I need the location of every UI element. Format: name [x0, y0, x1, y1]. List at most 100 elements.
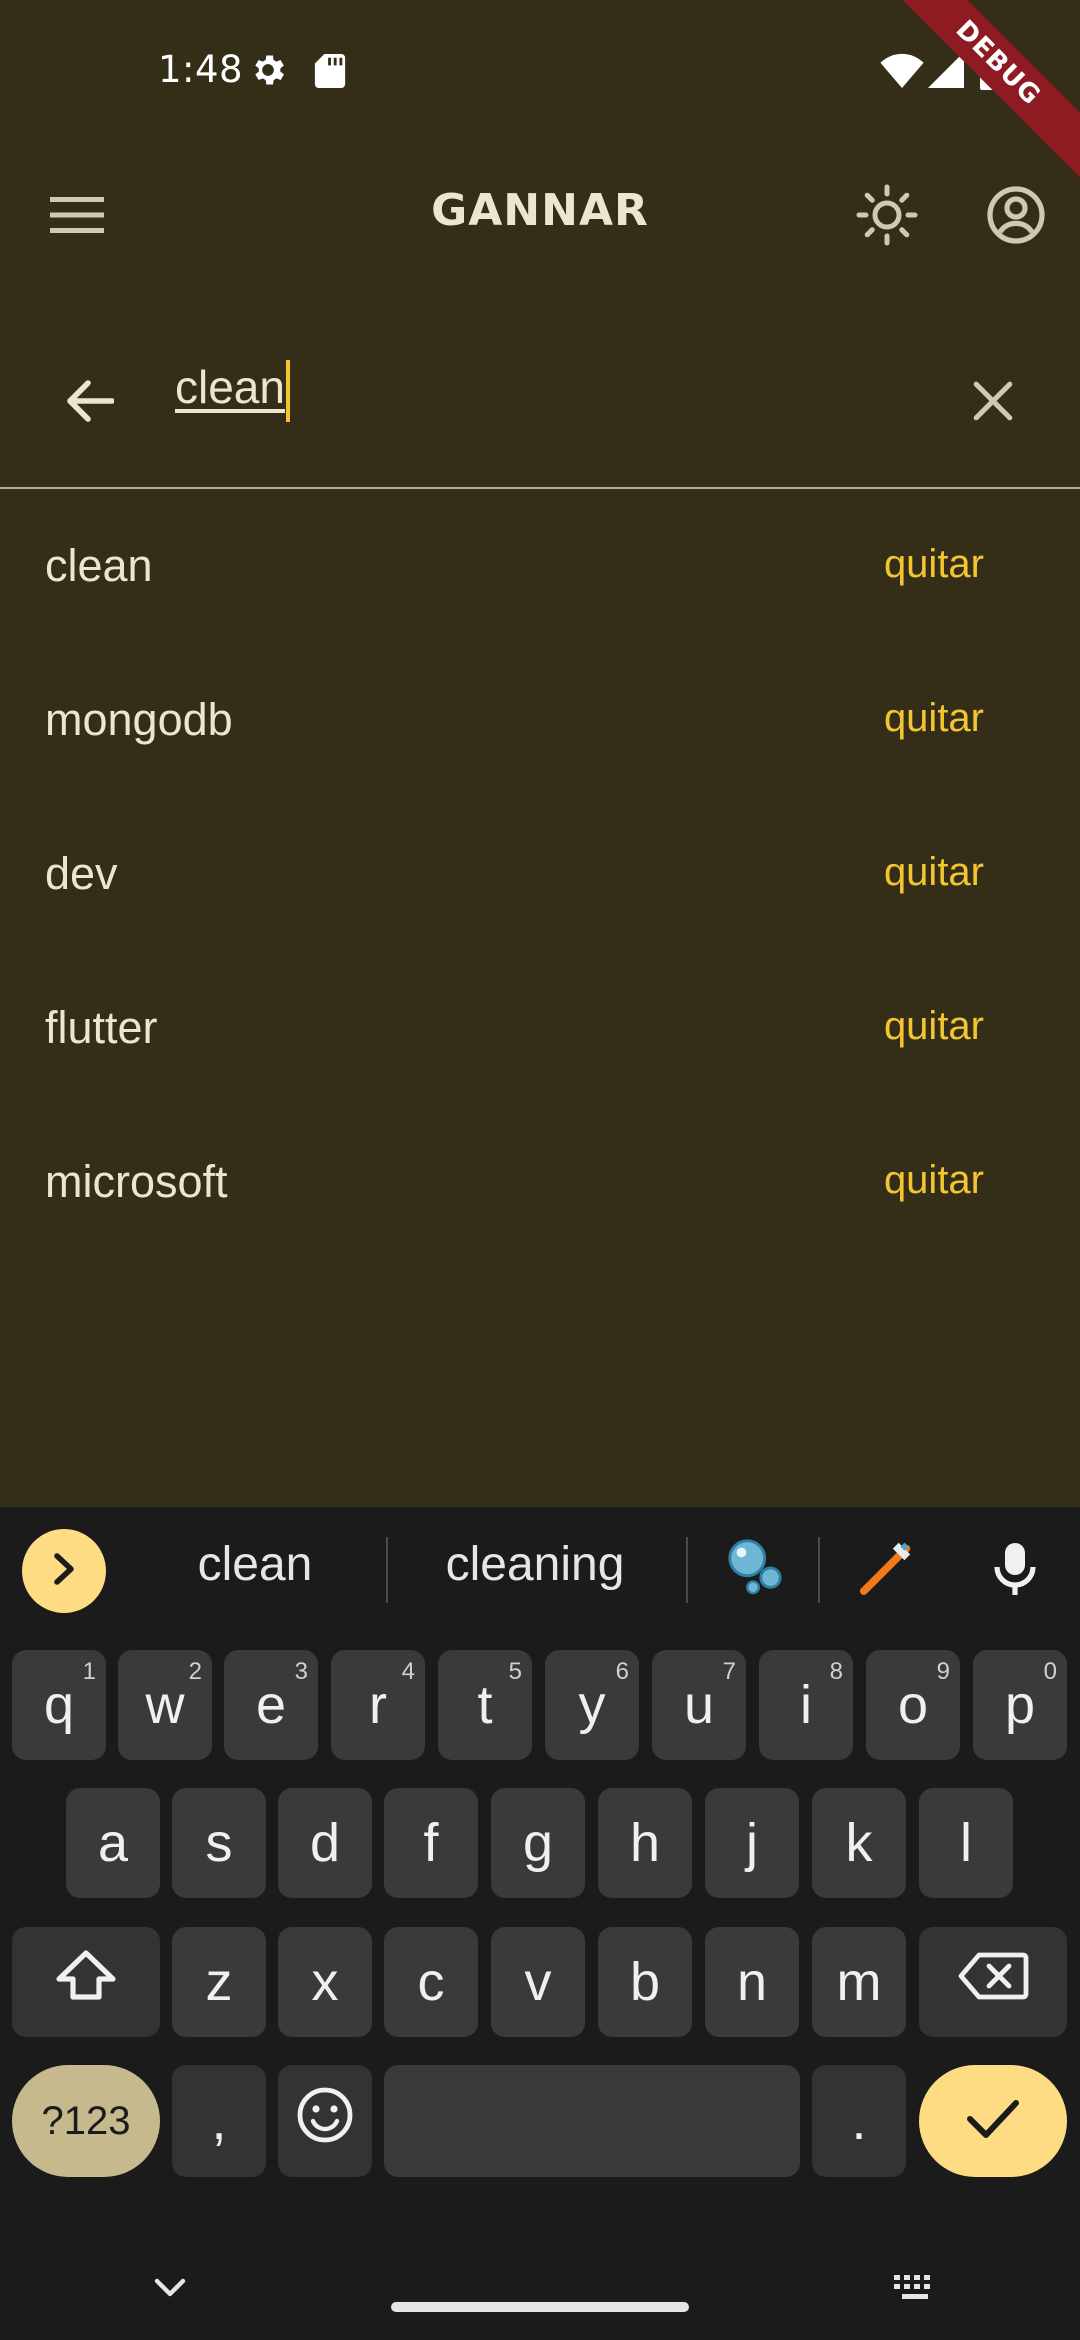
key-label: o [897, 1675, 929, 1735]
arrow-back-icon [66, 379, 115, 427]
history-term[interactable]: microsoft [45, 1156, 228, 1208]
key-hint: 5 [508, 1658, 522, 1685]
remove-button[interactable]: quitar [884, 696, 984, 741]
key-b[interactable]: b [598, 1927, 692, 2037]
key-w[interactable]: w2 [118, 1650, 212, 1760]
key-label: r [369, 1675, 387, 1735]
key-k[interactable]: k [812, 1788, 906, 1898]
soft-keyboard: clean cleaning q1 w2 e3 r4 t5 y6 u7 i8 o… [0, 1507, 1080, 2340]
history-term[interactable]: mongodb [45, 694, 233, 746]
remove-button[interactable]: quitar [884, 1158, 984, 1203]
key-e[interactable]: e3 [224, 1650, 318, 1760]
brightness-icon [855, 183, 919, 251]
text-caret [285, 360, 290, 422]
key-p[interactable]: p0 [973, 1650, 1067, 1760]
key-q[interactable]: q1 [12, 1650, 106, 1760]
key-v[interactable]: v [491, 1927, 585, 2037]
key-label: t [477, 1675, 493, 1735]
key-h[interactable]: h [598, 1788, 692, 1898]
theme-toggle-button[interactable] [845, 175, 929, 259]
comma-key[interactable]: , [172, 2065, 266, 2177]
key-r[interactable]: r4 [331, 1650, 425, 1760]
key-l[interactable]: l [919, 1788, 1013, 1898]
remove-button[interactable]: quitar [884, 1004, 984, 1049]
key-a[interactable]: a [66, 1788, 160, 1898]
key-y[interactable]: y6 [545, 1650, 639, 1760]
list-item[interactable]: flutter quitar [0, 952, 1080, 1106]
suggestion-1[interactable]: clean [170, 1537, 340, 1592]
enter-key[interactable] [919, 2065, 1067, 2177]
history-term[interactable]: dev [45, 848, 118, 900]
emoji-key[interactable] [278, 2065, 372, 2177]
symbols-key[interactable]: ?123 [12, 2065, 160, 2177]
list-item[interactable]: clean quitar [0, 490, 1080, 644]
key-label: w [145, 1675, 185, 1735]
space-key[interactable] [384, 2065, 800, 2177]
status-bar: 1:48 DEBUG [0, 0, 1080, 186]
key-t[interactable]: t5 [438, 1650, 532, 1760]
home-gesture-handle[interactable] [391, 2302, 689, 2312]
search-input[interactable]: clean [175, 360, 925, 450]
key-j[interactable]: j [705, 1788, 799, 1898]
chevron-down-icon [153, 2277, 187, 2303]
key-x[interactable]: x [278, 1927, 372, 2037]
emoji-icon [296, 2086, 354, 2157]
key-z[interactable]: z [172, 1927, 266, 2037]
suggestion-divider [386, 1537, 388, 1603]
microphone-icon [993, 1541, 1037, 1601]
account-button[interactable] [974, 175, 1058, 259]
suggestion-2[interactable]: cleaning [420, 1537, 650, 1592]
key-label: u [683, 1675, 715, 1735]
key-label: i [800, 1675, 812, 1735]
key-label: q [43, 1675, 75, 1735]
list-item[interactable]: mongodb quitar [0, 644, 1080, 798]
switch-keyboard-button[interactable] [880, 2262, 950, 2318]
key-c[interactable]: c [384, 1927, 478, 2037]
key-i[interactable]: i8 [759, 1650, 853, 1760]
chevron-right-icon [49, 1552, 79, 1590]
key-s[interactable]: s [172, 1788, 266, 1898]
key-hint: 1 [82, 1658, 96, 1685]
key-hint: 0 [1043, 1658, 1057, 1685]
key-m[interactable]: m [812, 1927, 906, 2037]
key-hint: 2 [188, 1658, 202, 1685]
key-g[interactable]: g [491, 1788, 585, 1898]
expand-toolbar-button[interactable] [22, 1529, 106, 1613]
key-f[interactable]: f [384, 1788, 478, 1898]
check-icon [966, 2090, 1020, 2152]
key-d[interactable]: d [278, 1788, 372, 1898]
search-input-value: clean [175, 361, 285, 414]
remove-button[interactable]: quitar [884, 542, 984, 587]
bubbles-emoji-icon[interactable] [720, 1535, 790, 1609]
key-o[interactable]: o9 [866, 1650, 960, 1760]
key-label: p [1004, 1675, 1036, 1735]
suggestion-divider [818, 1537, 820, 1603]
key-hint: 8 [829, 1658, 843, 1685]
toothbrush-emoji-icon[interactable] [852, 1535, 922, 1609]
hide-keyboard-button[interactable] [140, 2262, 200, 2318]
key-hint: 3 [294, 1658, 308, 1685]
key-hint: 4 [401, 1658, 415, 1685]
list-item[interactable]: dev quitar [0, 798, 1080, 952]
account-circle-icon [986, 185, 1046, 249]
back-button[interactable] [52, 365, 128, 441]
wifi-icon [880, 52, 924, 92]
key-hint: 7 [722, 1658, 736, 1685]
suggestion-divider [686, 1537, 688, 1603]
cell-signal-icon [928, 52, 964, 92]
key-n[interactable]: n [705, 1927, 799, 2037]
search-history-list: clean quitar mongodb quitar dev quitar f… [0, 490, 1080, 1260]
voice-input-button[interactable] [975, 1529, 1055, 1613]
key-u[interactable]: u7 [652, 1650, 746, 1760]
navigation-bar [0, 2240, 1080, 2340]
backspace-key[interactable] [919, 1927, 1067, 2037]
history-term[interactable]: flutter [45, 1002, 158, 1054]
period-key[interactable]: . [812, 2065, 906, 2177]
remove-button[interactable]: quitar [884, 850, 984, 895]
list-item[interactable]: microsoft quitar [0, 1106, 1080, 1260]
history-term[interactable]: clean [45, 540, 153, 592]
clear-search-button[interactable] [955, 365, 1031, 441]
close-icon [972, 380, 1014, 426]
shift-key[interactable] [12, 1927, 160, 2037]
suggestion-strip: clean cleaning [0, 1507, 1080, 1627]
